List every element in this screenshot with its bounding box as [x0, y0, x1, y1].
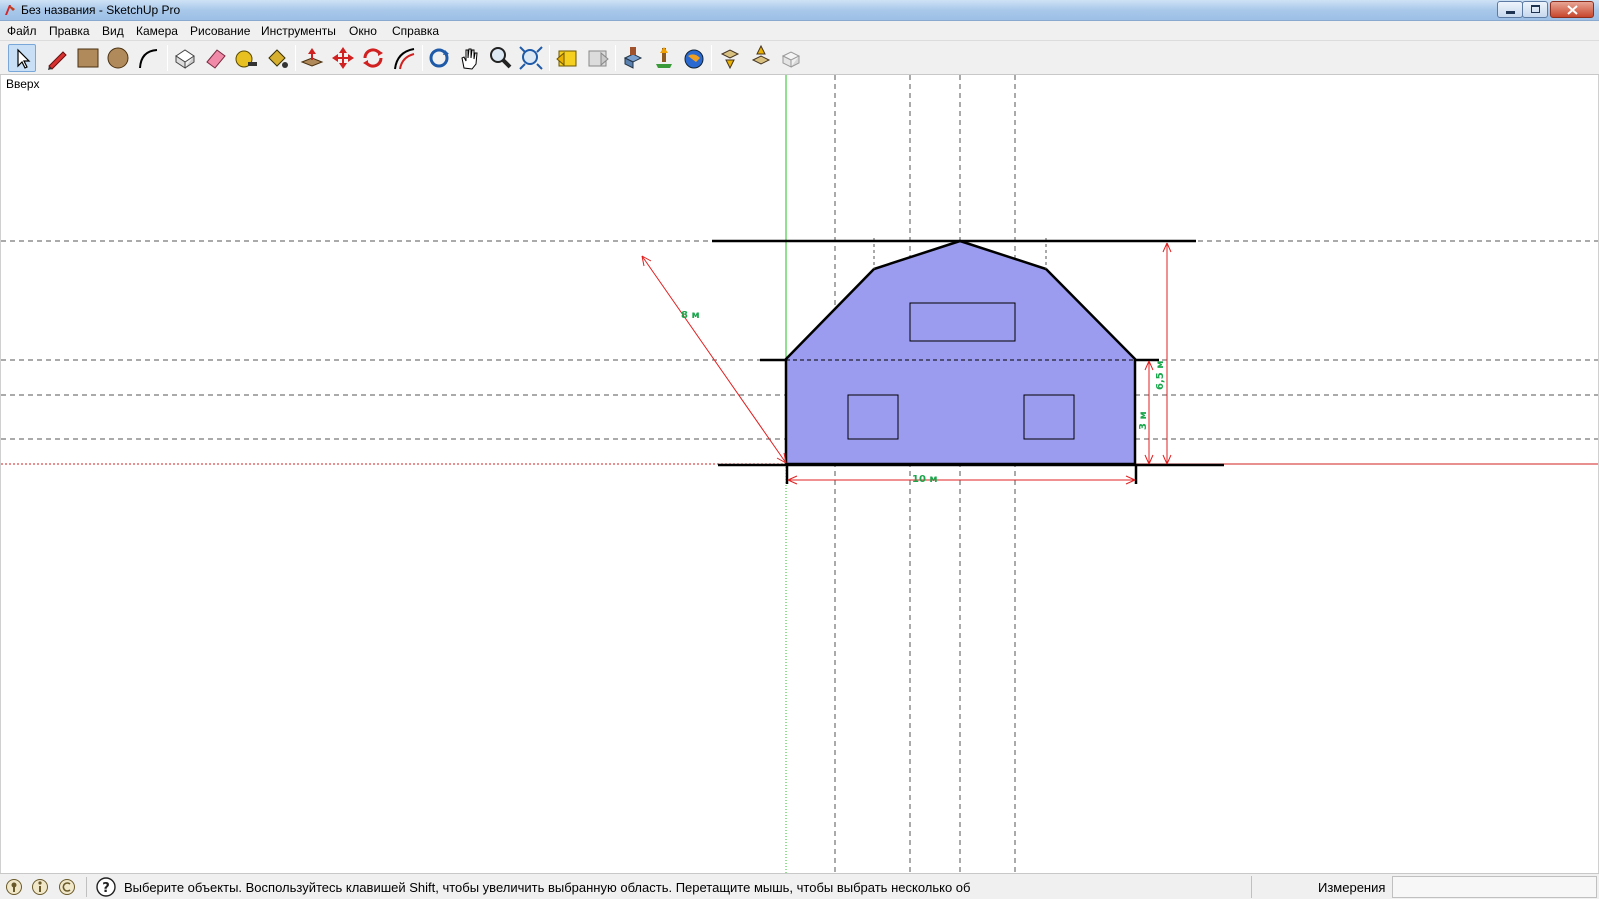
get-components-button[interactable]: [716, 44, 744, 72]
rotate-icon: [363, 48, 383, 68]
toolbar-separator: [549, 45, 550, 71]
toolbar-separator: [422, 45, 423, 71]
measurements-input[interactable]: [1392, 876, 1597, 898]
orbit-icon: [429, 48, 449, 68]
next-view-icon: [588, 50, 609, 67]
move-tool-button[interactable]: [329, 44, 357, 72]
menu-edit[interactable]: Правка: [49, 24, 90, 38]
move-icon: [332, 47, 354, 69]
toolbar: [0, 41, 1599, 75]
pencil-line-icon: [48, 51, 67, 70]
arc-tool-button[interactable]: [135, 44, 163, 72]
previous-view-icon: [556, 50, 577, 67]
restore-icon: [1531, 5, 1540, 13]
status-bar: ? Выберите объекты. Воспользуйтесь клави…: [0, 873, 1599, 899]
status-separator: [1251, 876, 1252, 898]
toolbar-separator: [711, 45, 712, 71]
width-dimension-label: 10 м: [912, 474, 938, 485]
previous-view-button[interactable]: [553, 44, 581, 72]
menu-camera[interactable]: Камера: [136, 24, 178, 38]
model-scene[interactable]: 8 м 6,5 м 3 м 10 м: [1, 75, 1598, 873]
window-title: Без названия - SketchUp Pro: [21, 3, 181, 17]
push-pull-button[interactable]: [298, 44, 326, 72]
wall-height-dimension-label: 3 м: [1138, 411, 1149, 430]
credits-icon[interactable]: [31, 878, 49, 896]
offset-icon: [394, 48, 415, 70]
toolbar-separator: [167, 45, 168, 71]
get-components-icon: [720, 49, 740, 70]
pan-tool-button[interactable]: [456, 44, 484, 72]
svg-text:?: ?: [102, 881, 110, 896]
extension-icon: [781, 51, 801, 68]
tape-measure-button[interactable]: [232, 44, 260, 72]
menu-window[interactable]: Окно: [349, 24, 377, 38]
select-tool-button[interactable]: [8, 44, 36, 72]
share-component-icon: [751, 44, 771, 65]
tape-measure-icon: [235, 50, 257, 68]
rectangle-icon: [77, 48, 99, 68]
circle-tool-button[interactable]: [104, 44, 132, 72]
drawing-viewport[interactable]: 8 м 6,5 м 3 м 10 м Вверх: [0, 75, 1599, 873]
share-component-button[interactable]: [747, 44, 775, 72]
copyright-icon[interactable]: [58, 878, 76, 896]
pan-hand-icon: [461, 48, 478, 70]
restore-button[interactable]: [1522, 1, 1548, 18]
house-face[interactable]: [784, 239, 1137, 466]
eraser-tool-button[interactable]: [202, 44, 230, 72]
get-models-icon: [623, 47, 643, 69]
toolbar-separator: [295, 45, 296, 71]
menu-draw[interactable]: Рисование: [190, 24, 250, 38]
status-message: Выберите объекты. Воспользуйтесь клавише…: [124, 880, 971, 895]
menu-help[interactable]: Справка: [392, 24, 439, 38]
share-model-button[interactable]: [650, 44, 678, 72]
rotate-tool-button[interactable]: [359, 44, 387, 72]
get-models-button[interactable]: [619, 44, 647, 72]
status-separator: [86, 877, 87, 897]
diagonal-dimension-label: 8 м: [681, 310, 700, 321]
help-question-icon[interactable]: ?: [96, 877, 116, 897]
make-component-icon: [175, 49, 195, 69]
toolbar-separator: [615, 45, 616, 71]
next-view-button[interactable]: [584, 44, 612, 72]
rectangle-tool-button[interactable]: [74, 44, 102, 72]
offset-tool-button[interactable]: [390, 44, 418, 72]
paint-bucket-icon: [268, 49, 288, 68]
extension-button[interactable]: [777, 44, 805, 72]
close-button[interactable]: [1550, 1, 1594, 18]
total-height-dimension-label: 6,5 м: [1155, 361, 1166, 390]
menu-view[interactable]: Вид: [102, 24, 124, 38]
zoom-icon: [490, 47, 512, 69]
google-earth-icon: [684, 49, 704, 69]
menu-bar: Файл Правка Вид Камера Рисование Инструм…: [0, 21, 1599, 41]
menu-file[interactable]: Файл: [7, 24, 37, 38]
google-earth-button[interactable]: [680, 44, 708, 72]
title-bar: Без названия - SketchUp Pro: [0, 0, 1599, 21]
line-tool-button[interactable]: [43, 44, 71, 72]
minimize-icon: [1506, 11, 1515, 14]
measurements-label: Измерения: [1318, 880, 1386, 895]
push-pull-icon: [300, 48, 324, 67]
zoom-extents-button[interactable]: [517, 44, 545, 72]
sketchup-logo-icon: [5, 5, 15, 15]
orbit-tool-button[interactable]: [425, 44, 453, 72]
zoom-tool-button[interactable]: [486, 44, 514, 72]
make-component-button[interactable]: [171, 44, 199, 72]
circle-icon: [107, 47, 129, 69]
zoom-extents-icon: [519, 46, 543, 70]
select-arrow-icon: [17, 48, 31, 69]
close-icon: [1567, 5, 1578, 15]
share-model-icon: [656, 47, 672, 68]
geo-location-icon[interactable]: [5, 878, 23, 896]
paint-bucket-button[interactable]: [263, 44, 291, 72]
minimize-button[interactable]: [1497, 1, 1523, 18]
view-name-label: Вверх: [6, 77, 40, 91]
eraser-icon: [206, 49, 226, 69]
menu-tools[interactable]: Инструменты: [261, 24, 336, 38]
arc-icon: [139, 49, 158, 69]
